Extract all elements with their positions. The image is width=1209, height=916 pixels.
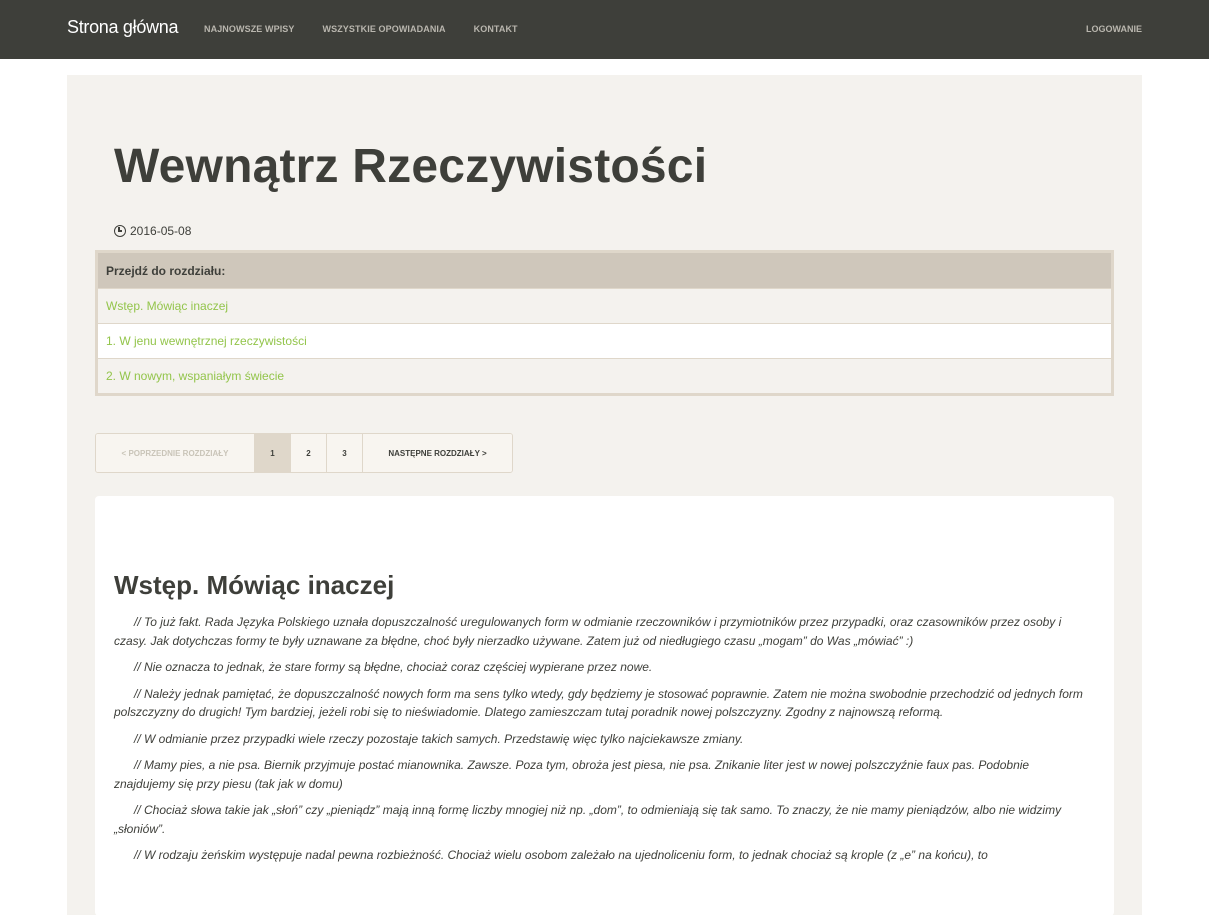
paragraph: // To już fakt. Rada Języka Polskiego uz… [114,615,1062,648]
paragraph: // Chociaż słowa takie jak „słoń” czy „p… [114,803,1062,836]
nav-latest-posts[interactable]: NAJNOWSZE WPISY [204,24,295,34]
story-title: Wewnątrz Rzeczywistości [114,140,708,193]
chapter-body: // To już fakt. Rada Języka Polskiego uz… [114,613,1091,873]
chapter-link[interactable]: Wstęp. Mówiąc inaczej [98,288,1111,323]
top-navbar: Strona główna NAJNOWSZE WPISY WSZYSTKIE … [0,0,1209,59]
chapter-pagination: < POPRZEDNIE ROZDZIAŁY 1 2 3 NASTĘPNE RO… [95,433,513,473]
date-text: 2016-05-08 [130,224,192,238]
paragraph: // Nie oznacza to jednak, że stare formy… [134,660,653,674]
paragraph: // W rodzaju żeńskim występuje nadal pew… [134,848,988,862]
chapter-link[interactable]: 1. W jenu wewnętrznej rzeczywistości [98,323,1111,358]
page-2-button[interactable]: 2 [291,434,327,472]
paragraph: // Należy jednak pamiętać, że dopuszczal… [114,686,1083,720]
next-chapters-button[interactable]: NASTĘPNE ROZDZIAŁY > [363,434,512,472]
nav-all-stories[interactable]: WSZYSTKIE OPOWIADANIA [323,24,446,34]
brand-home-link[interactable]: Strona główna [67,17,178,38]
login-link[interactable]: LOGOWANIE [1086,24,1142,34]
prev-chapters-button[interactable]: < POPRZEDNIE ROZDZIAŁY [96,434,255,472]
story-date: 2016-05-08 [114,224,191,238]
chapter-table: Przejdź do rozdziału: Wstęp. Mówiąc inac… [95,250,1114,396]
chapter-title: Wstęp. Mówiąc inaczej [114,570,395,600]
page-3-button[interactable]: 3 [327,434,363,472]
paragraph: // W odmianie przez przypadki wiele rzec… [134,731,744,746]
paragraph: // Mamy pies, a nie psa. Biernik przyjmu… [114,758,1030,791]
nav-links: NAJNOWSZE WPISY WSZYSTKIE OPOWIADANIA KO… [204,24,546,34]
chapter-table-heading: Przejdź do rozdziału: [98,253,1111,288]
page-1-button[interactable]: 1 [255,434,291,472]
clock-icon [114,225,126,237]
nav-contact[interactable]: KONTAKT [474,24,518,34]
chapter-link[interactable]: 2. W nowym, wspaniałym świecie [98,358,1111,393]
